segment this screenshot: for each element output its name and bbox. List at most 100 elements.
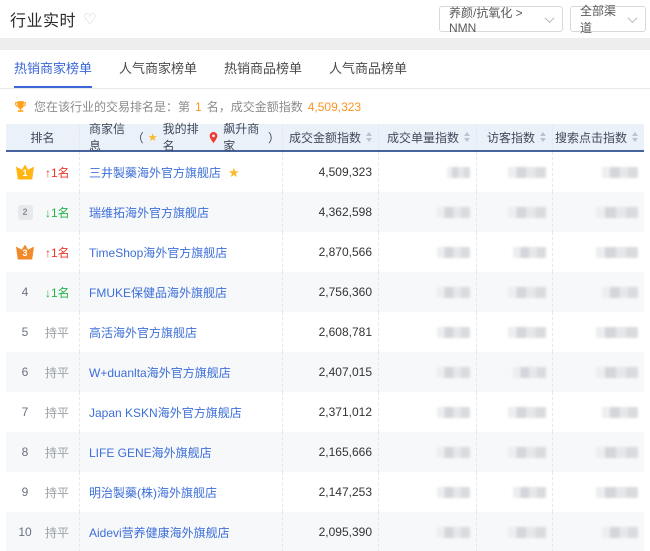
legend-paren-open: （ [132,129,144,146]
notice-text-before: 您在该行业的交易排名是：第 [34,98,190,115]
chevron-down-icon [628,13,638,23]
page-header: 行业实时 ♡ 养颜/抗氧化 > NMN 全部渠道 [0,0,650,38]
table-row: 3↑1名 TimeShop海外官方旗舰店 2,870,566 [6,232,644,272]
masked-value [513,247,546,258]
channel-select[interactable]: 全部渠道 [570,6,646,32]
category-select-value: 养颜/抗氧化 > NMN [449,4,540,35]
amount-index-value: 2,095,390 [282,512,378,551]
masked-value [596,367,638,378]
store-link[interactable]: 明治製藥(株)海外旗舰店 [89,484,217,501]
masked-value [508,167,546,178]
my-rank-star-icon: ★ [148,131,158,144]
tab-popular-merchant-ranking[interactable]: 人气商家榜单 [119,58,197,88]
column-header-amount-index[interactable]: 成交金额指数 [282,124,378,150]
column-header-rank: 排名 [6,124,79,150]
masked-value [508,447,546,458]
table-row: 4↓1名 FMUKE保健品海外旗舰店 2,756,360 [6,272,644,312]
chevron-down-icon [545,13,555,23]
masked-value [437,527,470,538]
sort-icon [632,132,638,142]
masked-value [437,447,470,458]
sort-icon [366,132,372,142]
amount-index-value: 2,371,012 [282,392,378,432]
masked-value [437,487,470,498]
amount-index-value: 2,165,666 [282,432,378,472]
amount-index-value: 2,870,566 [282,232,378,272]
table-body: 1↑1名 三井製藥海外官方旗舰店★ 4,509,323 2↓1名 瑞维拓海外官方… [6,152,644,551]
divider-band [0,38,650,50]
store-link[interactable]: Japan KSKN海外官方旗舰店 [89,404,242,421]
rank-badge-bronze-crown: 3 [16,245,34,260]
store-link[interactable]: 瑞维拓海外官方旗舰店 [89,204,209,221]
masked-value [447,167,470,178]
masked-value [602,287,638,298]
store-link[interactable]: TimeShop海外官方旗舰店 [89,244,227,261]
my-rank-star-icon: ★ [228,166,240,179]
search-clicks-header-label: 搜索点击指数 [555,129,627,146]
masked-value [596,247,638,258]
masked-value [596,207,638,218]
table-row: 8持平 LIFE GENE海外旗舰店 2,165,666 [6,432,644,472]
tab-hot-merchant-ranking[interactable]: 热销商家榜单 [14,58,92,88]
rank-badge-gold-crown: 1 [16,165,34,180]
amount-index-value: 4,509,323 [282,152,378,192]
favorite-heart-icon[interactable]: ♡ [83,12,96,27]
soaring-merchant-pin-icon [209,132,218,143]
column-header-search-click-index[interactable]: 搜索点击指数 [552,124,644,150]
legend-paren-close: ） [268,129,280,146]
table-row: 7持平 Japan KSKN海外官方旗舰店 2,371,012 [6,392,644,432]
sort-icon [464,132,470,142]
column-header-order-index[interactable]: 成交单量指数 [378,124,476,150]
tab-popular-product-ranking[interactable]: 人气商品榜单 [329,58,407,88]
store-link[interactable]: W+duanlta海外官方旗舰店 [89,364,231,381]
page-title: 行业实时 [10,7,76,31]
masked-value [602,407,638,418]
notice-amount-index: 4,509,323 [308,100,361,114]
amount-index-value: 4,362,598 [282,192,378,232]
amount-header-label: 成交金额指数 [289,129,361,146]
masked-value [437,287,470,298]
masked-value [596,447,638,458]
merchant-ranking-table: 排名 商家信息 （ ★ 我的排名 飙升商家 ） 成交金额指数 成交单量指数 [6,124,644,551]
table-header-row: 排名 商家信息 （ ★ 我的排名 飙升商家 ） 成交金额指数 成交单量指数 [6,124,644,152]
table-row: 6持平 W+duanlta海外官方旗舰店 2,407,015 [6,352,644,392]
store-link[interactable]: 三井製藥海外官方旗舰店 [89,164,221,181]
rank-number: 6 [22,365,29,379]
masked-value [437,327,470,338]
store-link[interactable]: FMUKE保健品海外旗舰店 [89,284,227,301]
masked-value [437,407,470,418]
masked-value [596,487,638,498]
orders-header-label: 成交单量指数 [387,129,459,146]
store-link[interactable]: 高活海外官方旗舰店 [89,324,197,341]
channel-select-value: 全部渠道 [580,2,623,36]
amount-index-value: 2,608,781 [282,312,378,352]
legend-soaring-label: 飙升商家 [223,120,264,154]
my-rank-notice: 您在该行业的交易排名是：第 1 名，成交金额指数 4,509,323 [0,89,650,124]
notice-rank-value: 1 [195,100,202,114]
masked-value [508,407,546,418]
store-link[interactable]: Aidevi营养健康海外旗舰店 [89,524,230,541]
masked-value [602,167,638,178]
masked-value [437,207,470,218]
column-header-visitor-index[interactable]: 访客指数 [476,124,552,150]
tab-hot-product-ranking[interactable]: 热销商品榜单 [224,58,302,88]
column-header-merchant: 商家信息 （ ★ 我的排名 飙升商家 ） [79,124,282,150]
rank-number: 4 [22,285,29,299]
masked-value [596,327,638,338]
industry-realtime-page: 行业实时 ♡ 养颜/抗氧化 > NMN 全部渠道 热销商家榜单 人气商家榜单 热… [0,0,650,551]
masked-value [508,207,546,218]
table-row: 1↑1名 三井製藥海外官方旗舰店★ 4,509,323 [6,152,644,192]
masked-value [602,527,638,538]
masked-value [513,487,546,498]
masked-value [437,247,470,258]
visitors-header-label: 访客指数 [487,129,535,146]
category-select[interactable]: 养颜/抗氧化 > NMN [439,6,563,32]
table-row: 10持平 Aidevi营养健康海外旗舰店 2,095,390 [6,512,644,551]
store-link[interactable]: LIFE GENE海外旗舰店 [89,444,212,461]
merchant-header-label: 商家信息 [89,120,130,154]
masked-value [508,527,546,538]
rank-number: 10 [18,525,31,539]
rank-number: 9 [22,485,29,499]
masked-value [508,327,546,338]
table-row: 2↓1名 瑞维拓海外官方旗舰店 4,362,598 [6,192,644,232]
